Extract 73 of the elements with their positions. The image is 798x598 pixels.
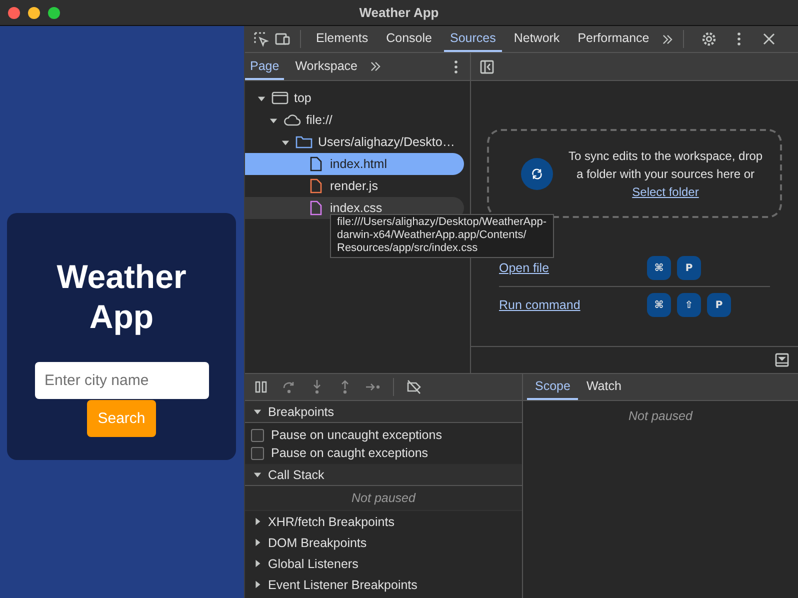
close-window-icon[interactable]	[8, 6, 20, 18]
city-input-field[interactable]: Enter city name	[34, 362, 208, 398]
deactivate-breakpoints-icon[interactable]	[406, 379, 422, 395]
key-cap: P	[707, 293, 731, 317]
drawer-toggle-icon[interactable]	[774, 352, 790, 368]
navigator-tab[interactable]: Page	[245, 53, 284, 80]
tree-item[interactable]: top	[245, 87, 464, 109]
tooltip-text: Resources/app/src/index.css	[337, 242, 479, 255]
shortcut-link[interactable]: Run command	[499, 298, 647, 312]
sidebar-toggle-icon[interactable]	[479, 58, 495, 74]
devtools-tab[interactable]: Console	[380, 26, 438, 52]
section-title: Global Listeners	[268, 556, 358, 570]
shortcut-link[interactable]: Open file	[499, 261, 647, 275]
section-header[interactable]: Call Stack	[245, 464, 522, 486]
window-title: Weather App	[359, 5, 439, 20]
close-icon[interactable]	[761, 31, 778, 47]
key-cap: ⌘	[647, 293, 671, 317]
checkbox-label: Pause on caught exceptions	[271, 446, 428, 460]
expanded-triangle-icon	[257, 94, 266, 102]
section-title: Event Listener Breakpoints	[268, 578, 418, 592]
minimize-window-icon[interactable]	[28, 6, 40, 18]
checkbox-label: Pause on uncaught exceptions	[271, 428, 442, 442]
pause-icon[interactable]	[253, 379, 269, 395]
section-title: Breakpoints	[268, 404, 334, 418]
app-title: Weather App	[56, 256, 188, 336]
section-header[interactable]: DOM Breakpoints	[245, 532, 522, 553]
collapsed-triangle-icon	[253, 580, 262, 589]
devtools-tab[interactable]: Network	[508, 26, 566, 52]
tree-item[interactable]: index.html	[245, 153, 464, 175]
settings-icon[interactable]	[701, 31, 718, 47]
section-title: Call Stack	[268, 468, 324, 482]
tooltip-text: darwin-x64/WeatherApp.app/Contents/	[337, 229, 528, 242]
navigator-tab[interactable]: Workspace	[290, 53, 362, 80]
checkbox[interactable]	[251, 428, 264, 442]
expanded-triangle-icon	[269, 116, 278, 124]
key-cap: ⌘	[647, 256, 671, 280]
drop-folder-message: To sync edits to the workspace, drop a folder with your sources here or	[567, 148, 764, 182]
section-title: DOM Breakpoints	[268, 536, 367, 550]
section-header[interactable]: Event Listener Breakpoints	[245, 574, 522, 595]
expanded-triangle-icon	[281, 138, 290, 146]
more-tabs-icon[interactable]	[661, 32, 674, 46]
tree-item[interactable]: render.js	[245, 175, 464, 197]
section-header[interactable]: Breakpoints	[245, 401, 522, 423]
inspect-element-icon[interactable]	[253, 31, 269, 47]
select-folder-link[interactable]: Select folder	[632, 182, 699, 200]
cloud-icon	[283, 112, 301, 128]
folder-icon	[295, 134, 313, 150]
frame-icon	[271, 90, 289, 106]
checkbox[interactable]	[251, 446, 264, 460]
sync-icon	[521, 158, 553, 190]
key-cap: P	[677, 256, 701, 280]
sidebar-tab[interactable]: Watch	[578, 374, 630, 400]
collapsed-triangle-icon	[253, 559, 262, 568]
section-header[interactable]: XHR/fetch Breakpoints	[245, 511, 522, 532]
sidebar-tab[interactable]: Scope	[527, 374, 578, 400]
key-cap: ⇧	[677, 293, 701, 317]
section-header[interactable]: Global Listeners	[245, 553, 522, 574]
more-tabs-icon[interactable]	[368, 60, 382, 73]
section-title: XHR/fetch Breakpoints	[268, 514, 394, 528]
expanded-triangle-icon	[253, 470, 262, 479]
status-message: Not paused	[352, 491, 416, 505]
expanded-triangle-icon	[253, 407, 262, 416]
collapsed-triangle-icon	[253, 517, 262, 526]
tree-item[interactable]: Users/alighazy/Deskto…	[245, 131, 464, 153]
tooltip-text: file:///Users/alighazy/Desktop/WeatherApp-	[337, 216, 546, 229]
device-toolbar-icon[interactable]	[275, 31, 291, 47]
devtools-tab[interactable]: Elements	[310, 26, 374, 52]
devtools-tab[interactable]: Performance	[572, 26, 656, 52]
status-message: Not paused	[628, 409, 692, 423]
collapsed-triangle-icon	[253, 538, 262, 547]
drop-folder-area[interactable]: To sync edits to the workspace, drop a folder with your sources here or Select folder	[487, 129, 782, 218]
zoom-window-icon[interactable]	[48, 6, 60, 18]
tree-item[interactable]: file://	[245, 109, 464, 131]
